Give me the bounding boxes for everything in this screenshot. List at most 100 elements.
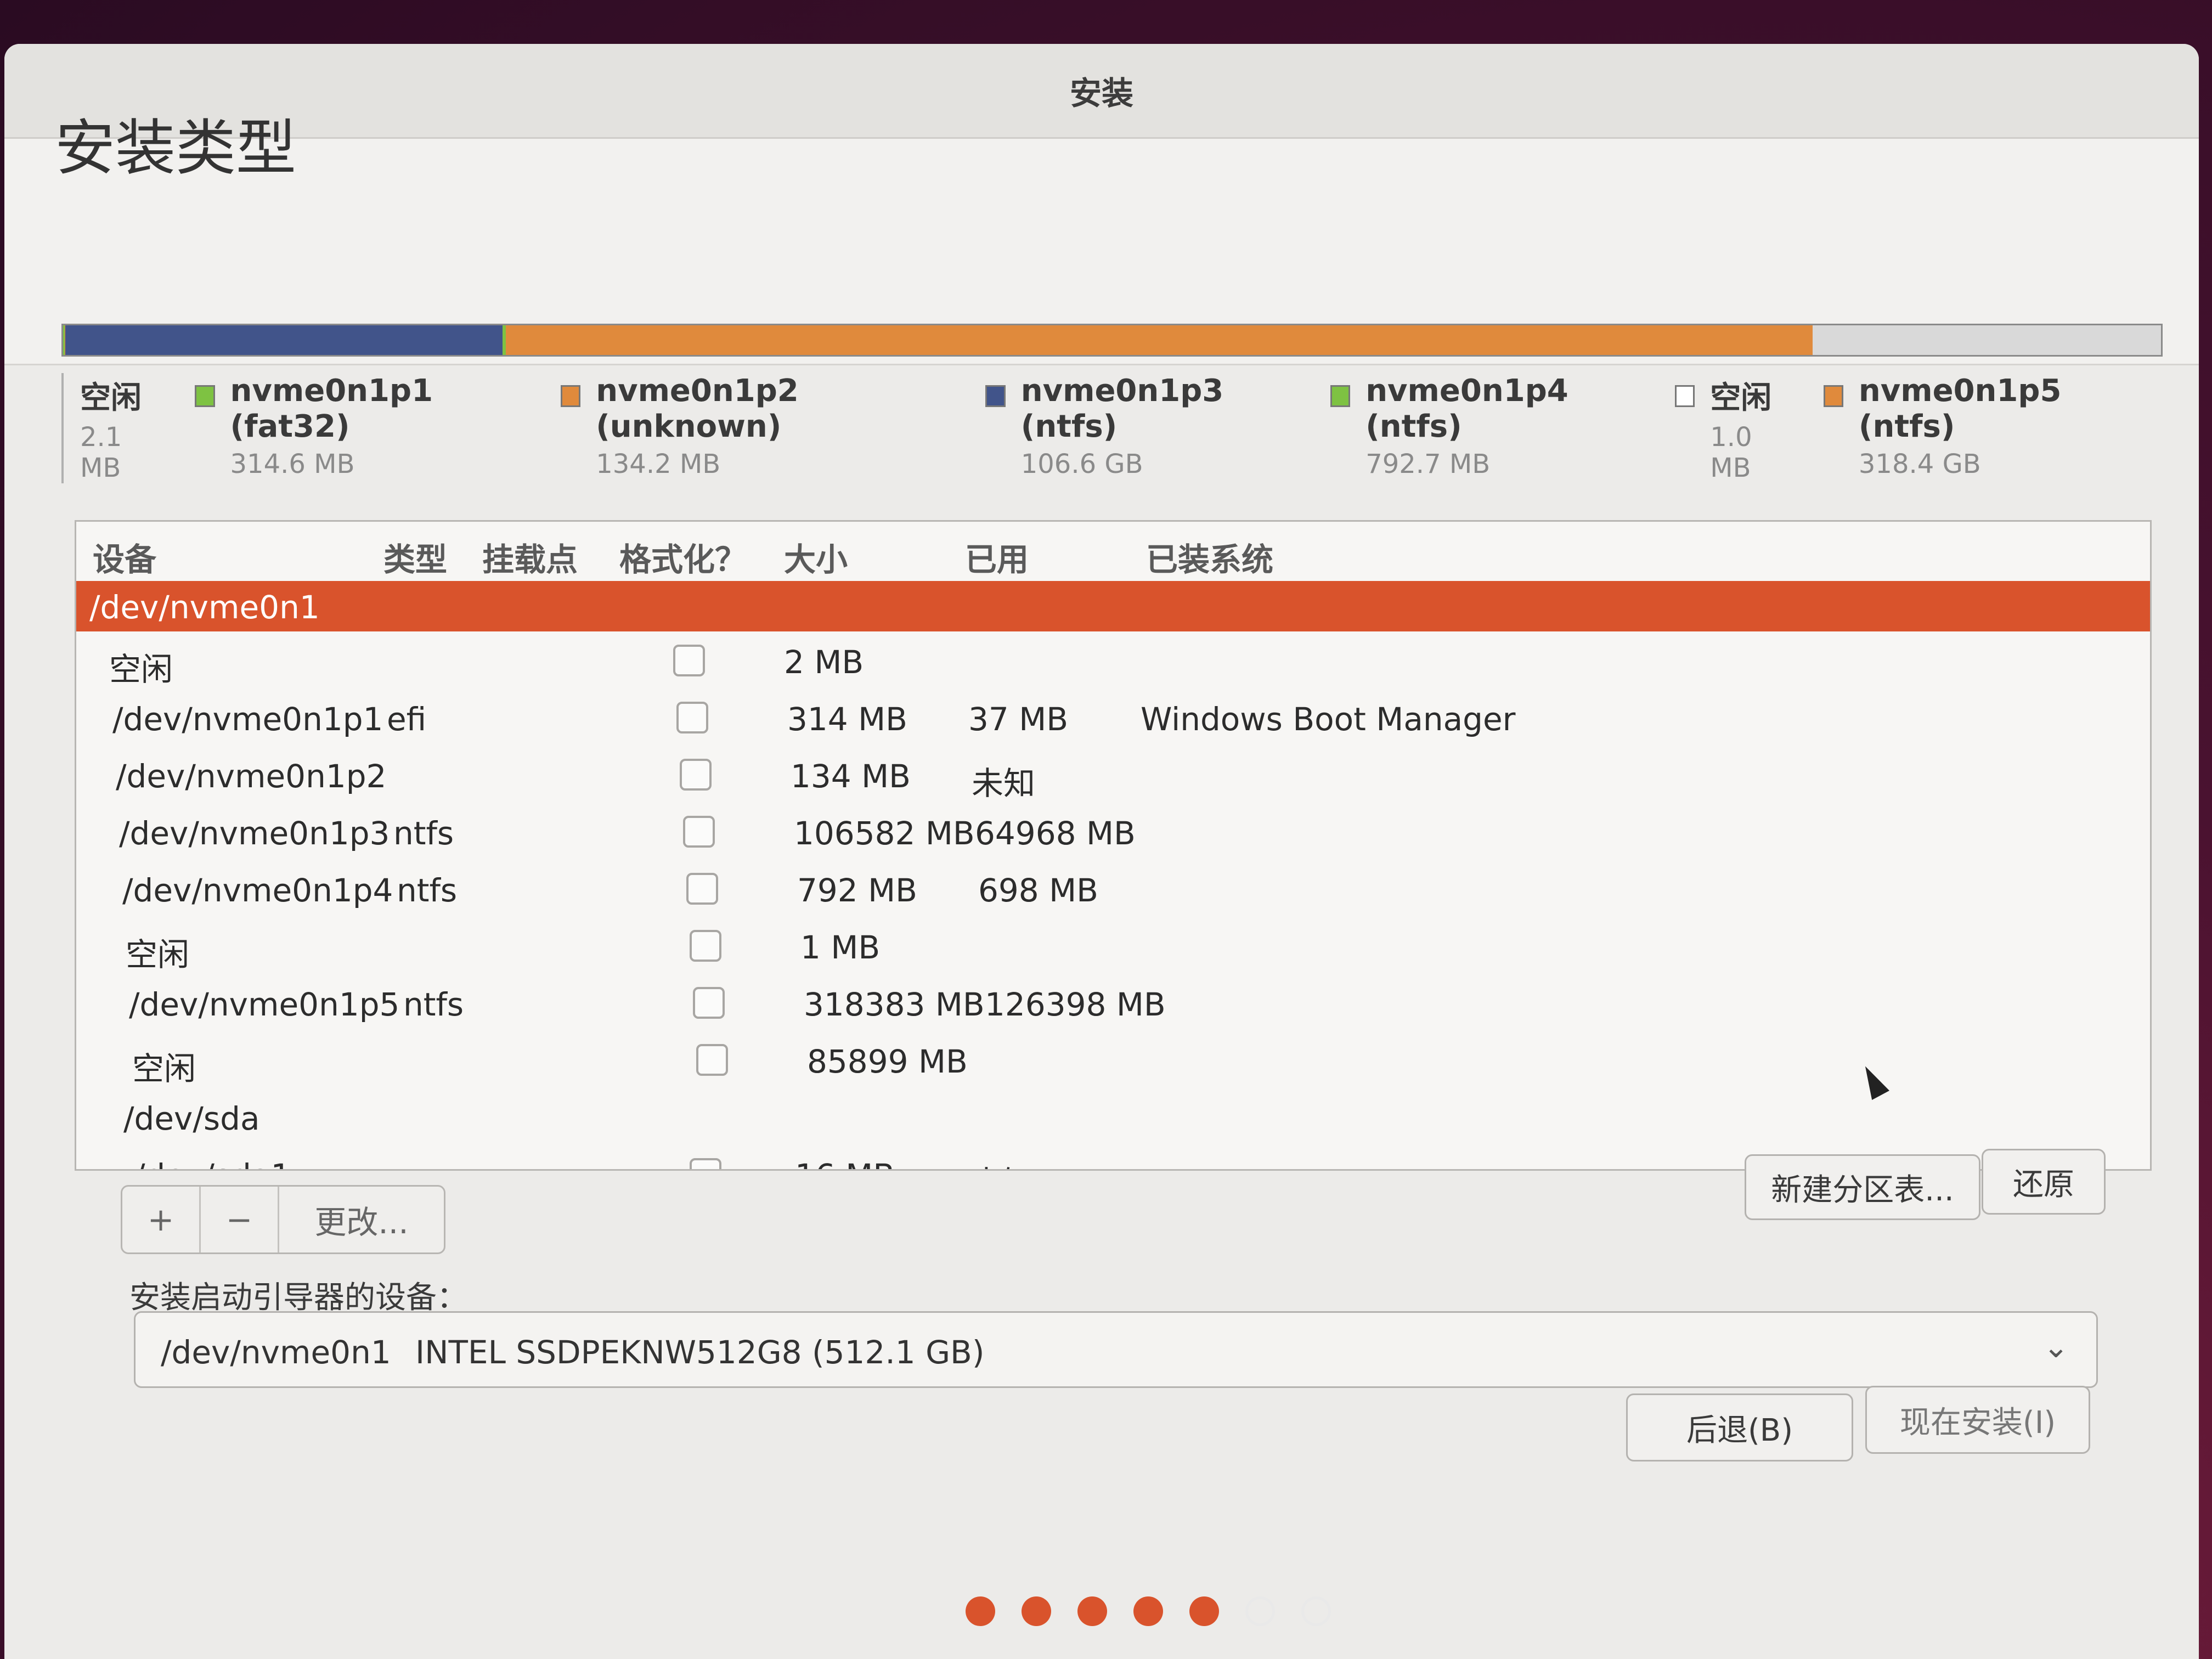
table-row[interactable]: 空闲 85899 MB: [76, 1031, 2150, 1088]
legend-swatch: [1330, 385, 1351, 407]
col-used[interactable]: 已用: [965, 534, 1029, 580]
row-device: /dev/nvme0n1p2: [116, 758, 387, 795]
row-size: 16 MB: [795, 1157, 895, 1169]
row-size: 106582 MB: [794, 815, 975, 852]
bootloader-device-select[interactable]: /dev/nvme0n1 INTEL SSDPEKNW512G8 (512.1 …: [134, 1311, 2098, 1388]
format-checkbox[interactable]: [673, 645, 705, 676]
install-now-button[interactable]: 现在安装(I): [1865, 1386, 2090, 1454]
table-row[interactable]: /dev/nvme0n1p2 134 MB 未知: [76, 746, 2150, 803]
row-type: ntfs: [397, 872, 458, 909]
legend-name: nvme0n1p3 (ntfs): [1020, 373, 1224, 444]
row-device: 空闲: [126, 936, 190, 973]
col-size[interactable]: 大小: [784, 534, 848, 580]
legend-item: nvme0n1p2 (unknown) 134.2 MB: [560, 373, 953, 479]
row-used: 未知: [970, 1157, 1034, 1169]
format-checkbox[interactable]: [680, 759, 712, 791]
table-row[interactable]: /dev/nvme0n1p4 ntfs 792 MB 698 MB: [76, 860, 2150, 917]
legend-size: 318.4 GB: [1858, 449, 1981, 479]
progress-dot: [1022, 1596, 1051, 1626]
legend-swatch: [195, 385, 215, 407]
legend-item: nvme0n1p3 (ntfs) 106.6 GB: [985, 373, 1297, 479]
row-device: /dev/nvme0n1p5: [129, 986, 400, 1023]
legend-swatch: [1675, 385, 1695, 407]
row-used: 37 MB: [968, 701, 1069, 738]
bootloader-device: /dev/nvme0n1: [161, 1334, 391, 1371]
format-checkbox[interactable]: [690, 930, 721, 962]
row-used: 126398 MB: [985, 986, 1166, 1023]
col-format[interactable]: 格式化？: [619, 534, 747, 580]
row-device: /dev/sda1: [134, 1157, 291, 1169]
partition-bar-segment: [65, 325, 503, 355]
format-checkbox[interactable]: [690, 1158, 721, 1169]
bootloader-model: INTEL SSDPEKNW512G8 (512.1 GB): [415, 1334, 985, 1371]
legend-item: nvme0n1p5 (ntfs) 318.4 GB: [1823, 373, 2135, 479]
row-size: 314 MB: [787, 701, 907, 738]
table-row[interactable]: /dev/nvme0n1p5 ntfs 318383 MB 126398 MB: [76, 974, 2150, 1031]
partition-table[interactable]: 设备 类型 挂载点 格式化？ 大小 已用 已装系统 /dev/nvme0n1 空…: [75, 520, 2152, 1171]
table-row[interactable]: /dev/nvme0n1p3 ntfs 106582 MB 64968 MB: [76, 803, 2150, 860]
add-partition-button[interactable]: +: [122, 1187, 201, 1252]
legend-name: 空闲: [80, 380, 142, 416]
legend-size: 314.6 MB: [230, 449, 355, 479]
partition-bar-segment: [1813, 325, 2161, 355]
table-row[interactable]: /dev/nvme0n1p1 efi 314 MB 37 MB Windows Boot…: [76, 689, 2150, 746]
revert-button[interactable]: 还原: [1982, 1149, 2106, 1215]
legend-name: nvme0n1p5 (ntfs): [1858, 373, 2062, 444]
table-row[interactable]: 空闲 2 MB: [76, 631, 2150, 689]
format-checkbox[interactable]: [696, 1044, 728, 1076]
row-used: 64968 MB: [975, 815, 1136, 852]
row-device: /dev/nvme0n1p3: [119, 815, 390, 852]
row-size: 1 MB: [800, 929, 881, 966]
row-used: 未知: [972, 765, 1036, 802]
progress-dot: [1301, 1596, 1331, 1626]
row-device: 空闲: [109, 651, 173, 688]
legend-name: nvme0n1p4 (ntfs): [1365, 373, 1568, 444]
col-system[interactable]: 已装系统: [1146, 534, 1273, 580]
col-mount[interactable]: 挂载点: [482, 534, 578, 580]
format-checkbox[interactable]: [686, 873, 718, 905]
format-checkbox[interactable]: [676, 702, 708, 733]
table-row-group-sda[interactable]: /dev/sda: [76, 1088, 2150, 1145]
back-button[interactable]: 后退(B): [1626, 1393, 1853, 1462]
row-size: 2 MB: [784, 644, 864, 681]
bootloader-label: 安装启动引导器的设备：: [129, 1280, 467, 1316]
legend-size: 2.1 MB: [80, 422, 122, 483]
chevron-down-icon: ⌄: [2043, 1329, 2069, 1365]
format-checkbox[interactable]: [683, 816, 715, 848]
row-used: 698 MB: [978, 872, 1098, 909]
row-size: 134 MB: [791, 758, 911, 795]
remove-partition-button[interactable]: −: [201, 1187, 279, 1252]
row-type: efi: [387, 701, 427, 738]
progress-dots: [966, 1596, 1331, 1626]
legend-name: nvme0n1p2 (unknown): [596, 373, 799, 444]
partition-bar: [61, 324, 2163, 357]
progress-dot: [1245, 1596, 1275, 1626]
col-device[interactable]: 设备: [93, 534, 156, 580]
group-label: /dev/sda: [123, 1100, 260, 1137]
group-label: /dev/nvme0n1: [89, 589, 320, 626]
row-type: ntfs: [403, 986, 464, 1023]
format-checkbox[interactable]: [693, 987, 725, 1019]
progress-dot: [966, 1596, 995, 1626]
table-row-group-nvme0n1[interactable]: /dev/nvme0n1: [76, 581, 2150, 631]
row-size: 85899 MB: [807, 1043, 968, 1080]
progress-dot: [1133, 1596, 1163, 1626]
col-type[interactable]: 类型: [383, 534, 447, 580]
legend-item: nvme0n1p1 (fat32) 314.6 MB: [195, 373, 528, 479]
change-partition-button[interactable]: 更改...: [279, 1187, 444, 1252]
legend-item: 空闲 1.0 MB: [1675, 373, 1790, 483]
legend-size: 792.7 MB: [1365, 449, 1491, 479]
partition-bar-segment: [506, 325, 1813, 355]
legend-swatch: [1823, 385, 1843, 407]
table-row[interactable]: 空闲 1 MB: [76, 917, 2150, 974]
new-partition-table-button[interactable]: 新建分区表...: [1745, 1154, 1980, 1220]
legend-swatch: [985, 385, 1006, 407]
page-title: 安装类型: [55, 113, 296, 183]
legend-size: 106.6 GB: [1020, 449, 1143, 479]
row-device: /dev/nvme0n1p4: [122, 872, 393, 909]
table-header: 设备 类型 挂载点 格式化？ 大小 已用 已装系统: [76, 522, 2150, 581]
row-device: 空闲: [132, 1050, 196, 1087]
row-type: ntfs: [393, 815, 454, 852]
row-system: Windows Boot Manager: [1141, 701, 1516, 738]
titlebar: 安装: [4, 44, 2199, 139]
